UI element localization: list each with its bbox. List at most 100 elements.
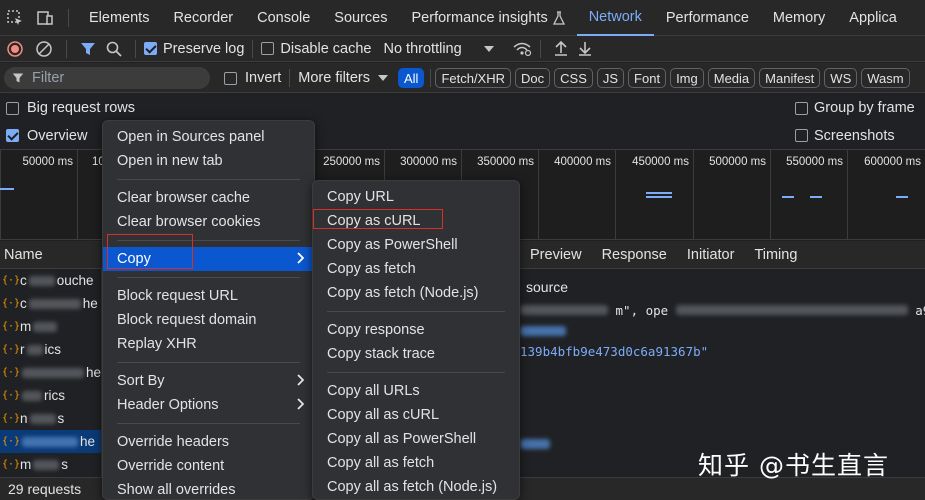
tab-sources[interactable]: Sources bbox=[322, 0, 399, 36]
redacted-text bbox=[33, 321, 58, 332]
tab-application[interactable]: Applica bbox=[837, 0, 909, 36]
request-name: n bbox=[20, 411, 28, 426]
tab-performance-insights[interactable]: Performance insights bbox=[400, 0, 577, 36]
big-request-rows-label: Big request rows bbox=[27, 100, 135, 116]
menu-item-show-all-overrides[interactable]: Show all overrides bbox=[103, 478, 314, 500]
preserve-log-label: Preserve log bbox=[163, 40, 245, 57]
export-har-icon[interactable] bbox=[573, 41, 597, 57]
record-stop-icon[interactable] bbox=[0, 40, 30, 57]
tab-console[interactable]: Console bbox=[245, 0, 322, 36]
tab-response[interactable]: Response bbox=[592, 247, 677, 263]
throttling-select[interactable]: No throttling bbox=[383, 41, 461, 57]
overview-checkbox[interactable] bbox=[6, 129, 19, 142]
menu-item-copy-as-fetch-node[interactable]: Copy as fetch (Node.js) bbox=[313, 281, 519, 305]
device-toolbar-icon[interactable] bbox=[30, 0, 60, 36]
request-row[interactable]: {·} m s bbox=[0, 453, 101, 476]
inspect-element-icon[interactable] bbox=[0, 0, 30, 36]
request-name: m bbox=[20, 319, 32, 334]
menu-item-clear-cookies[interactable]: Clear browser cookies bbox=[103, 210, 314, 234]
type-filter-img[interactable]: Img bbox=[670, 68, 704, 88]
tab-recorder[interactable]: Recorder bbox=[161, 0, 245, 36]
menu-item-header-options[interactable]: Header Options bbox=[103, 393, 314, 417]
tab-timing[interactable]: Timing bbox=[744, 247, 807, 263]
name-column-header[interactable]: Name bbox=[4, 247, 43, 263]
menu-item-open-new-tab[interactable]: Open in new tab bbox=[103, 149, 314, 173]
request-row[interactable]: {·} c he bbox=[0, 292, 101, 315]
xhr-icon: {·} bbox=[2, 413, 21, 424]
screenshots-label: Screenshots bbox=[814, 127, 895, 144]
search-icon[interactable] bbox=[101, 41, 127, 57]
type-filter-media[interactable]: Media bbox=[707, 68, 756, 88]
menu-item-override-content[interactable]: Override content bbox=[103, 454, 314, 478]
menu-item-clear-cache[interactable]: Clear browser cache bbox=[103, 186, 314, 210]
clear-icon[interactable] bbox=[30, 40, 58, 57]
menu-item-open-in-sources[interactable]: Open in Sources panel bbox=[103, 125, 314, 149]
request-row-selected[interactable]: {·} he bbox=[0, 430, 101, 453]
redacted-text bbox=[33, 459, 60, 470]
screenshots-checkbox[interactable] bbox=[795, 129, 808, 142]
type-filter-ws[interactable]: WS bbox=[824, 68, 858, 88]
filter-funnel-icon[interactable] bbox=[75, 41, 101, 57]
invert-checkbox[interactable] bbox=[224, 71, 237, 85]
payload-text: m", ope bbox=[615, 303, 669, 318]
menu-item-copy-all-as-powershell[interactable]: Copy all as PowerShell bbox=[313, 427, 519, 451]
menu-item-copy-all-as-fetch[interactable]: Copy all as fetch bbox=[313, 451, 519, 475]
menu-item-copy-all-as-curl[interactable]: Copy all as cURL bbox=[313, 403, 519, 427]
menu-item-copy-all-urls[interactable]: Copy all URLs bbox=[313, 379, 519, 403]
redacted-text bbox=[675, 305, 908, 315]
type-filter-all[interactable]: All bbox=[397, 68, 425, 88]
tab-elements[interactable]: Elements bbox=[77, 0, 161, 36]
type-filter-wasm[interactable]: Wasm bbox=[861, 68, 910, 88]
caret-down-icon[interactable] bbox=[483, 45, 494, 53]
group-by-frame-checkbox[interactable] bbox=[795, 101, 808, 115]
menu-separator bbox=[327, 372, 505, 373]
preserve-log-checkbox[interactable] bbox=[144, 42, 157, 55]
xhr-icon: {·} bbox=[2, 459, 21, 470]
request-row[interactable]: {·} m bbox=[0, 315, 101, 338]
tab-performance[interactable]: Performance bbox=[654, 0, 761, 36]
group-by-frame-label: Group by frame bbox=[814, 100, 915, 116]
chevron-right-icon bbox=[296, 374, 304, 386]
redacted-text bbox=[520, 439, 550, 449]
payload-text-end: a9 bbox=[915, 303, 925, 318]
request-name-suffix: he bbox=[85, 365, 102, 380]
menu-item-copy-response[interactable]: Copy response bbox=[313, 318, 519, 342]
menu-item-copy-all-as-fetch-node[interactable]: Copy all as fetch (Node.js) bbox=[313, 475, 519, 499]
type-filter-fetch-xhr[interactable]: Fetch/XHR bbox=[435, 68, 512, 88]
menu-item-block-domain[interactable]: Block request domain bbox=[103, 308, 314, 332]
type-filter-js[interactable]: JS bbox=[596, 68, 625, 88]
type-filter-font[interactable]: Font bbox=[628, 68, 667, 88]
divider bbox=[252, 39, 254, 58]
menu-item-block-url[interactable]: Block request URL bbox=[103, 284, 314, 308]
menu-item-copy-stack-trace[interactable]: Copy stack trace bbox=[313, 342, 519, 366]
import-har-icon[interactable] bbox=[549, 40, 573, 57]
more-filters-button[interactable]: More filters bbox=[298, 70, 370, 86]
menu-item-copy-url[interactable]: Copy URL bbox=[313, 185, 519, 209]
request-row[interactable]: {·} c ouche bbox=[0, 269, 101, 292]
request-name-suffix: ics bbox=[44, 342, 62, 357]
disable-cache-checkbox[interactable] bbox=[261, 42, 275, 55]
request-row[interactable]: {·} r ics bbox=[0, 338, 101, 361]
menu-item-replay-xhr[interactable]: Replay XHR bbox=[103, 332, 314, 356]
request-row[interactable]: {·} n s bbox=[0, 407, 101, 430]
tab-memory[interactable]: Memory bbox=[761, 0, 837, 36]
big-request-rows-checkbox[interactable] bbox=[6, 101, 19, 115]
request-row[interactable]: {·} he bbox=[0, 361, 101, 384]
type-filter-doc[interactable]: Doc bbox=[515, 68, 551, 88]
network-conditions-icon[interactable] bbox=[512, 41, 532, 57]
redacted-text bbox=[29, 413, 56, 424]
request-name-suffix: rics bbox=[44, 388, 65, 403]
tab-initiator[interactable]: Initiator bbox=[677, 247, 745, 263]
tab-preview[interactable]: Preview bbox=[520, 247, 592, 263]
type-filter-css[interactable]: CSS bbox=[554, 68, 593, 88]
caret-down-icon[interactable] bbox=[377, 74, 388, 82]
menu-item-override-headers[interactable]: Override headers bbox=[103, 430, 314, 454]
menu-item-copy-as-fetch[interactable]: Copy as fetch bbox=[313, 257, 519, 281]
request-row[interactable]: {·} rics bbox=[0, 384, 101, 407]
type-filter-manifest[interactable]: Manifest bbox=[759, 68, 821, 88]
tab-network[interactable]: Network bbox=[576, 0, 654, 36]
filter-input[interactable] bbox=[32, 70, 182, 86]
menu-item-sort-by[interactable]: Sort By bbox=[103, 369, 314, 393]
timeline-tick: 400000 ms bbox=[538, 150, 615, 240]
menu-item-copy-as-powershell[interactable]: Copy as PowerShell bbox=[313, 233, 519, 257]
